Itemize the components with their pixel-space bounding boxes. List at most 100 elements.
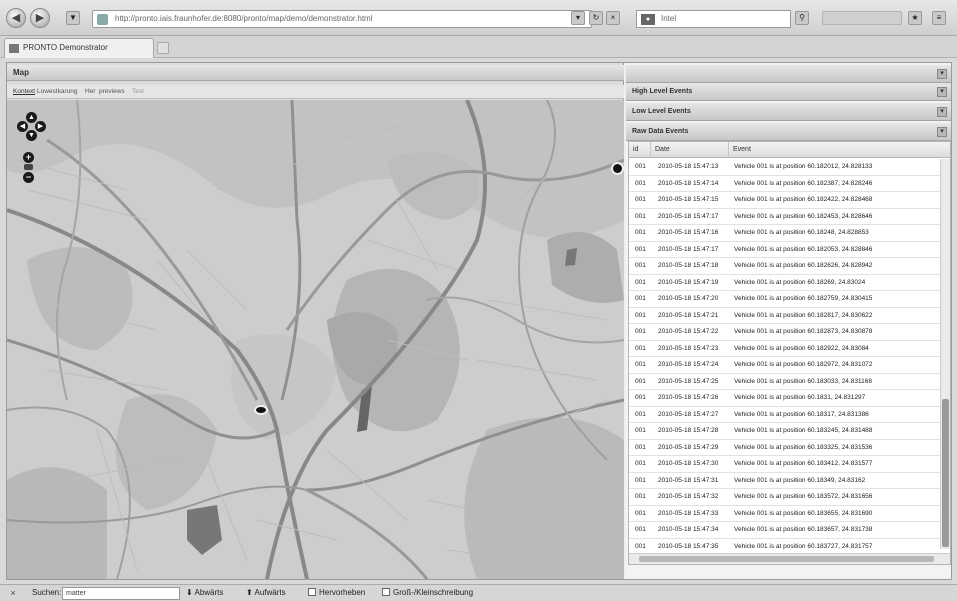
- table-row[interactable]: 001 2010-05-18 15:47:19 Vehicle 001 is at …: [629, 275, 941, 291]
- search-engine-icon: ●: [641, 14, 655, 25]
- table-row[interactable]: 001 2010-05-18 15:47:32 Vehicle 001 is at …: [629, 489, 941, 506]
- cell-date: 2010-05-18 15:47:14: [658, 179, 719, 187]
- zoom-slider-icon[interactable]: [24, 164, 33, 170]
- zoom-in-icon[interactable]: +: [23, 152, 34, 163]
- dropdown-icon[interactable]: ▼: [66, 11, 80, 25]
- cell-id: 001: [635, 311, 646, 319]
- cell-date: 2010-05-18 15:47:20: [658, 295, 719, 302]
- cell-event: Vehicle 001 is at position 60.1831, 24.8…: [734, 394, 866, 401]
- cell-id: 001: [635, 262, 646, 269]
- table-row[interactable]: 001 2010-05-18 15:47:25 Vehicle 001 is at …: [629, 374, 941, 390]
- cell-date: 2010-05-18 15:47:17: [658, 245, 719, 253]
- map-tab-3[interactable]: previews: [99, 87, 125, 97]
- cell-date: 2010-05-18 15:47:31: [658, 476, 719, 484]
- cell-event: Vehicle 001 is at position 60.182387, 24…: [734, 179, 873, 187]
- table-row[interactable]: 001 2010-05-18 15:47:15 Vehicle 001 is at …: [629, 192, 941, 209]
- section-low-level-events[interactable]: Low Level Events ▾: [626, 103, 951, 121]
- table-row[interactable]: 001 2010-05-18 15:47:21 Vehicle 001 is at …: [629, 308, 941, 324]
- pan-right-icon[interactable]: ▶: [35, 121, 46, 132]
- match-case-checkbox[interactable]: Groß-/Kleinschreibung: [382, 585, 473, 601]
- stop-icon[interactable]: ×: [606, 11, 620, 25]
- grid-rows: 001 2010-05-18 15:47:13 Vehicle 001 is at …: [629, 159, 941, 555]
- column-header-date[interactable]: Date: [651, 142, 729, 158]
- collapse-icon[interactable]: ▾: [937, 87, 947, 97]
- find-input[interactable]: matter: [62, 587, 180, 600]
- highlight-checkbox[interactable]: Hervorheben: [308, 585, 365, 601]
- search-go-icon[interactable]: ⚲: [795, 11, 809, 25]
- collapse-icon[interactable]: ▾: [937, 107, 947, 117]
- table-row[interactable]: 001 2010-05-18 15:47:31 Vehicle 001 is at …: [629, 473, 941, 489]
- address-text: http://pronto.iais.fraunhofer.de:8080/pr…: [115, 14, 373, 23]
- toolbar-button-group[interactable]: [822, 11, 902, 25]
- pan-left-icon[interactable]: ◀: [17, 121, 28, 132]
- close-icon[interactable]: ×: [8, 588, 18, 598]
- cell-event: Vehicle 001 is at position 60.182012, 24…: [734, 163, 873, 170]
- table-row[interactable]: 001 2010-05-18 15:47:30 Vehicle 001 is at …: [629, 456, 941, 473]
- collapse-icon[interactable]: ▾: [937, 127, 947, 137]
- table-row[interactable]: 001 2010-05-18 15:47:23 Vehicle 001 is at …: [629, 341, 941, 357]
- collapse-icon[interactable]: ▾: [937, 69, 947, 79]
- layer-switcher-icon[interactable]: [611, 162, 624, 175]
- zoom-out-icon[interactable]: −: [23, 172, 34, 183]
- scrollbar-thumb[interactable]: [942, 399, 949, 547]
- new-tab-button[interactable]: [157, 42, 169, 54]
- column-header-event[interactable]: Event: [729, 142, 950, 158]
- tab-pronto[interactable]: PRONTO Demonstrator: [4, 38, 154, 58]
- map-tab-0[interactable]: Kontext: [13, 87, 35, 97]
- find-next-button[interactable]: ⬇ Abwärts: [186, 585, 223, 601]
- table-row[interactable]: 001 2010-05-18 15:47:27 Vehicle 001 is at …: [629, 407, 941, 423]
- cell-date: 2010-05-18 15:47:27: [658, 410, 719, 418]
- table-row[interactable]: 001 2010-05-18 15:47:29 Vehicle 001 is at …: [629, 440, 941, 456]
- cell-event: Vehicle 001 is at position 60.182759, 24…: [734, 295, 873, 302]
- table-row[interactable]: 001 2010-05-18 15:47:22 Vehicle 001 is at …: [629, 324, 941, 341]
- pan-down-icon[interactable]: ▼: [26, 130, 37, 141]
- forward-arrow-icon[interactable]: ▶: [30, 8, 50, 28]
- address-bar[interactable]: http://pronto.iais.fraunhofer.de:8080/pr…: [92, 10, 592, 28]
- table-row[interactable]: 001 2010-05-18 15:47:24 Vehicle 001 is at …: [629, 357, 941, 374]
- cell-event: Vehicle 001 is at position 60.183572, 24…: [734, 493, 873, 500]
- tab-title: PRONTO Demonstrator: [23, 43, 108, 52]
- cell-date: 2010-05-18 15:47:18: [658, 262, 719, 269]
- column-header-id[interactable]: id: [629, 142, 651, 158]
- cell-date: 2010-05-18 15:47:13: [658, 163, 719, 170]
- section-high-level-events[interactable]: High Level Events ▾: [626, 83, 951, 101]
- map-tab-strip: Kontext Lowestkarung Her previews Text: [7, 85, 624, 99]
- pan-up-icon[interactable]: ▲: [26, 112, 37, 123]
- section-title: Low Level Events: [632, 108, 691, 115]
- cell-event: Vehicle 001 is at position 60.182053, 24…: [734, 245, 873, 253]
- map-tab-2[interactable]: Her: [85, 87, 95, 97]
- table-row[interactable]: 001 2010-05-18 15:47:13 Vehicle 001 is at …: [629, 159, 941, 176]
- table-row[interactable]: 001 2010-05-18 15:47:17 Vehicle 001 is at …: [629, 209, 941, 225]
- table-row[interactable]: 001 2010-05-18 15:47:33 Vehicle 001 is at …: [629, 506, 941, 522]
- map-canvas[interactable]: ▲ ◀ ▶ ▼ + −: [7, 100, 624, 579]
- map-tab-1[interactable]: Lowestkarung: [37, 87, 77, 97]
- cell-id: 001: [635, 295, 646, 302]
- table-row[interactable]: 001 2010-05-18 15:47:20 Vehicle 001 is at …: [629, 291, 941, 308]
- favorites-icon[interactable]: ★: [908, 11, 922, 25]
- back-arrow-icon[interactable]: ◀: [6, 8, 26, 28]
- search-box[interactable]: ● Intel: [636, 10, 791, 28]
- map-tab-4[interactable]: Text: [132, 87, 144, 97]
- find-previous-button[interactable]: ⬆ Aufwärts: [246, 585, 286, 601]
- table-row[interactable]: 001 2010-05-18 15:47:17 Vehicle 001 is at …: [629, 242, 941, 258]
- cell-id: 001: [635, 526, 646, 533]
- cell-event: Vehicle 001 is at position 60.182422, 24…: [734, 196, 873, 203]
- refresh-dropdown-icon[interactable]: ▾: [571, 11, 585, 25]
- horizontal-scrollbar[interactable]: [629, 553, 950, 564]
- cell-id: 001: [635, 394, 646, 401]
- cell-date: 2010-05-18 15:47:21: [658, 311, 719, 319]
- table-row[interactable]: 001 2010-05-18 15:47:16 Vehicle 001 is at …: [629, 225, 941, 242]
- cell-event: Vehicle 001 is at position 60.183325, 24…: [734, 443, 873, 451]
- table-row[interactable]: 001 2010-05-18 15:47:26 Vehicle 001 is at …: [629, 390, 941, 407]
- refresh-icon[interactable]: ↻: [589, 11, 603, 25]
- table-row[interactable]: 001 2010-05-18 15:47:34 Vehicle 001 is at …: [629, 522, 941, 539]
- section-raw-data-events[interactable]: Raw Data Events ▾: [626, 123, 951, 141]
- table-row[interactable]: 001 2010-05-18 15:47:14 Vehicle 001 is at …: [629, 176, 941, 192]
- table-row[interactable]: 001 2010-05-18 15:47:18 Vehicle 001 is at …: [629, 258, 941, 275]
- table-row[interactable]: 001 2010-05-18 15:47:28 Vehicle 001 is at …: [629, 423, 941, 440]
- vertical-scrollbar[interactable]: [940, 159, 950, 549]
- vehicle-marker-icon[interactable]: [254, 405, 268, 415]
- menu-icon[interactable]: ≡: [932, 11, 946, 25]
- cell-id: 001: [635, 493, 646, 500]
- scrollbar-thumb[interactable]: [639, 556, 934, 562]
